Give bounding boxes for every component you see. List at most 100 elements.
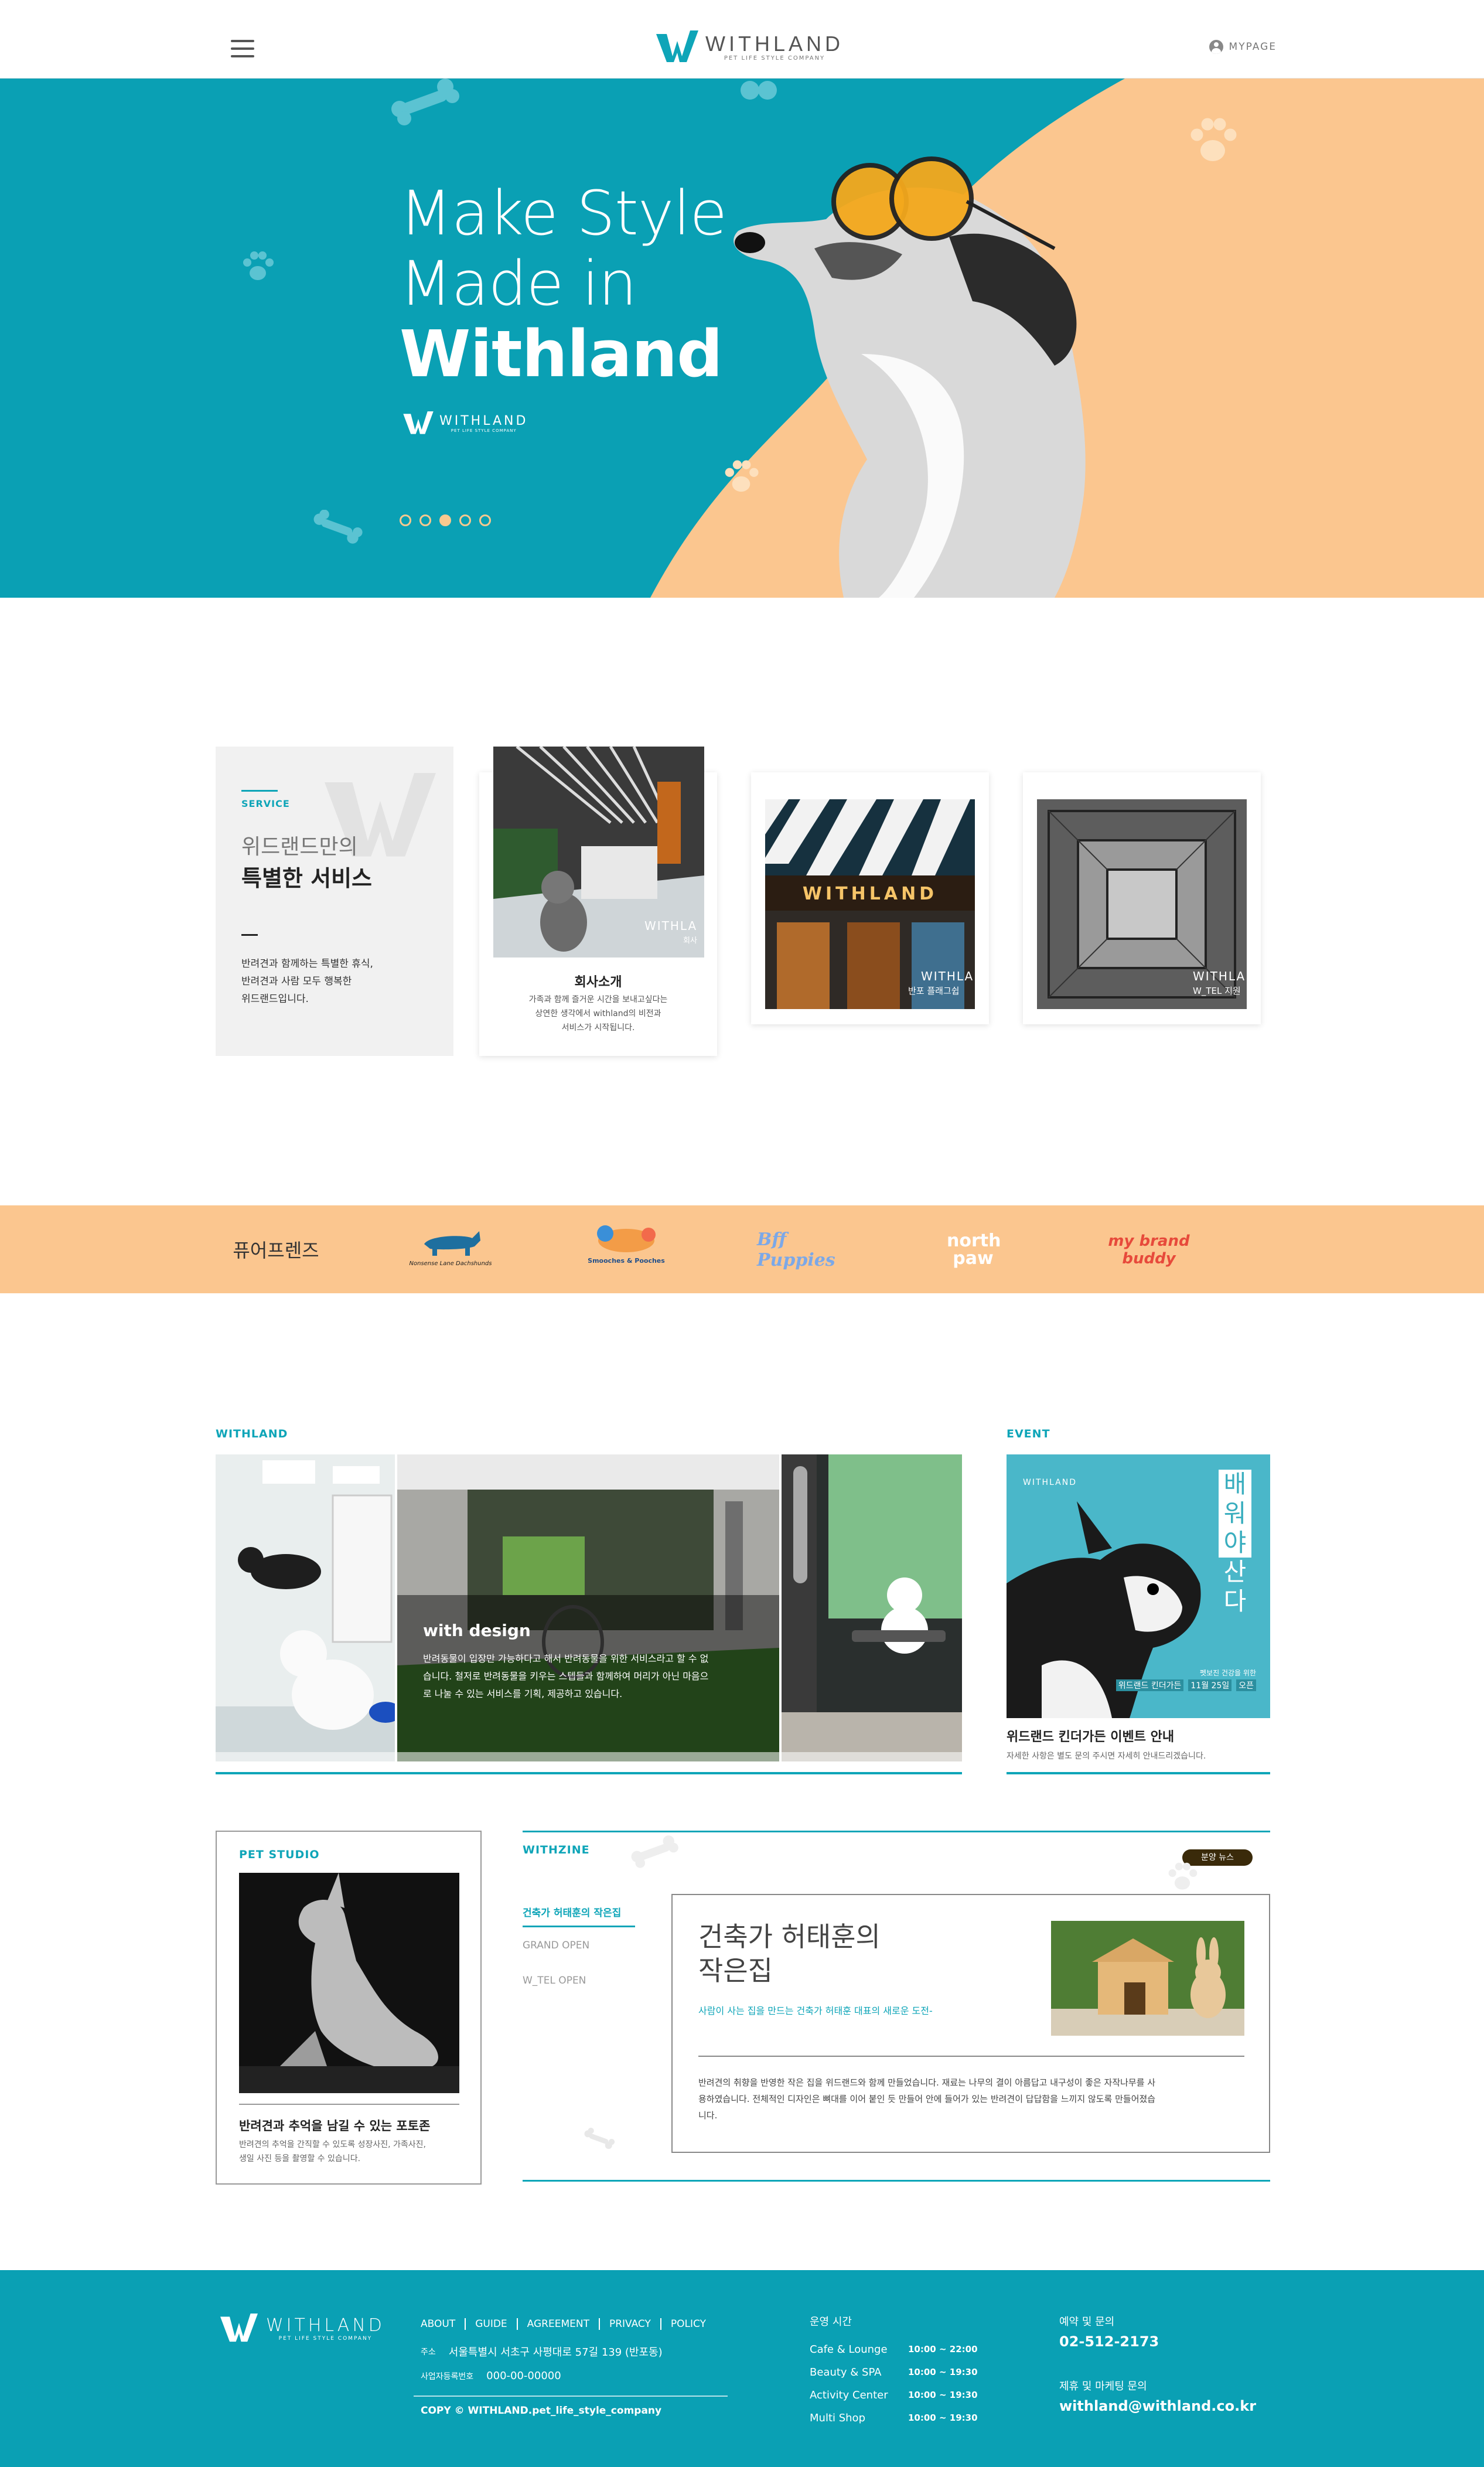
brand-logo-my-brand-buddy[interactable]: my brand buddy: [1105, 1226, 1193, 1273]
user-icon: [1209, 40, 1223, 54]
footer-address: 주소 서울특별시 서초구 사평대로 57길 139 (반포동): [421, 2346, 663, 2359]
footer-hours-title: 운영 시간: [810, 2316, 852, 2328]
footer-logo[interactable]: WITHLAND PET LIFE STYLE COMPANY: [220, 2313, 385, 2343]
withzine-tab-2[interactable]: W_TEL OPEN: [523, 1975, 586, 1986]
bone-icon: [584, 2128, 615, 2149]
slide-dot-2[interactable]: [419, 514, 431, 526]
header-logo[interactable]: WITHLAND PET LIFE STYLE COMPANY: [656, 30, 844, 63]
footer-tagline: PET LIFE STYLE COMPANY: [278, 2335, 373, 2342]
footer-link-policy[interactable]: POLICY: [660, 2318, 715, 2330]
brand-logo-bff-puppies[interactable]: Bff Puppies: [757, 1226, 845, 1273]
service-label: SERVICE: [241, 798, 290, 809]
withzine-tab-1[interactable]: GRAND OPEN: [523, 1940, 589, 1951]
poster-small-text: 펫보진 건강을 위한: [1200, 1669, 1256, 1677]
hero-line-3: Withland: [400, 316, 723, 391]
service-card-company[interactable]: WITHLA 회사 회사소개 가족과 함께 즐거운 시간을 보내고싶다는 상연한 …: [479, 747, 717, 1056]
header-tagline: PET LIFE STYLE COMPANY: [724, 54, 825, 62]
pet-studio-divider: [239, 2104, 459, 2105]
pet-studio-label: PET STUDIO: [239, 1848, 320, 1861]
service-card-wtel[interactable]: WITHLA W_TEL 지원: [1023, 772, 1261, 1024]
footer-brand: WITHLAND: [266, 2315, 385, 2336]
event-poster[interactable]: WITHLAND 배 워 야 산 다 펫보진 건강을 위한 위드랜드 킨더가든 …: [1007, 1454, 1270, 1718]
hero-headline: Make Style Made in Withland: [400, 178, 727, 391]
event-label: EVENT: [1007, 1427, 1050, 1440]
greyhound-photo: [239, 1873, 459, 2093]
service-title-light: 위드랜드만의: [241, 835, 358, 859]
hero-banner: Make Style Made in Withland WITHLAND PET…: [0, 79, 1484, 598]
dog-house-photo: [1051, 1921, 1244, 2036]
slide-dot-4[interactable]: [459, 514, 471, 526]
event-desc: 자세한 사항은 별도 문의 주시면 자세히 안내드리겠습니다.: [1007, 1752, 1206, 1761]
footer-reserve-title: 예약 및 문의: [1059, 2316, 1115, 2328]
poster-date-row: 위드랜드 킨더가든 11월 25일 오픈: [1115, 1679, 1256, 1691]
article-body: 반려견의 취향을 반영한 작은 집을 위드랜드와 함께 만들었습니다. 재료는 …: [698, 2077, 1156, 2121]
footer-marketing-title: 제휴 및 마케팅 문의: [1059, 2380, 1147, 2393]
footer-hours: Cafe & Lounge 10:00 ~ 22:00 Beauty & SPA 1…: [810, 2343, 978, 2424]
footer-divider: [414, 2396, 728, 2397]
withzine-article[interactable]: 건축가 허태훈의 작은집 사람이 사는 집을 만드는 건축가 허태훈 대표의 새로…: [671, 1894, 1270, 2153]
withland-logo-icon: [220, 2313, 258, 2342]
hero-line-2: Made in: [400, 248, 637, 319]
with-design-title: with design: [423, 1621, 531, 1640]
footer-marketing-email[interactable]: withland@withland.co.kr: [1059, 2398, 1256, 2414]
article-divider: [698, 2056, 1244, 2057]
cafe-interior-photo: [782, 1454, 962, 1761]
pet-studio-card[interactable]: PET STUDIO 반려견과 추억을 남길 수 있는 포토존 반려견의 추억을…: [216, 1831, 482, 2185]
hero-logo: WITHLAND PET LIFE STYLE COMPANY: [403, 411, 528, 435]
card-title: 회사소개: [574, 975, 622, 990]
withland-logo-icon: [403, 411, 434, 434]
withland-rule: [216, 1772, 962, 1774]
slide-dot-1[interactable]: [400, 514, 411, 526]
mypage-link[interactable]: MYPAGE: [1209, 40, 1277, 54]
header-brand: WITHLAND: [705, 31, 844, 56]
smooches-dog-icon: [597, 1225, 656, 1252]
withland-gallery[interactable]: with design 반려동물이 입장만 가능하다고 해서 반려동물을 위한 …: [216, 1454, 962, 1761]
service-desc: 반려견과 함께하는 특별한 휴식, 반려견과 사람 모두 행복한 위드랜드입니다.: [241, 958, 373, 1005]
article-title: 건축가 허태훈의 작은집: [698, 1921, 881, 1986]
footer-link-agreement[interactable]: AGREEMENT: [516, 2318, 599, 2330]
paw-icon: [1168, 1862, 1198, 1890]
footer-link-about[interactable]: ABOUT: [421, 2318, 465, 2330]
brand-logo-nonsense-lane[interactable]: Nonsense Lane Dachshunds: [407, 1223, 494, 1276]
hero-line-1: Make Style: [400, 178, 727, 249]
withzine-bottom-rule: [523, 2180, 1270, 2182]
withzine-tab-0[interactable]: 건축가 허태훈의 작은집: [523, 1904, 621, 1919]
card-overlay-text: WITHLA: [921, 969, 974, 983]
slide-dot-5[interactable]: [479, 514, 491, 526]
pet-studio-desc: 반려견의 추억을 간직할 수 있도록 성장사진, 가족사진, 생일 사진 등을 촬…: [239, 2140, 426, 2163]
bone-icon: [631, 1835, 678, 1868]
site-footer: WITHLAND PET LIFE STYLE COMPANY ABOUT GU…: [0, 2270, 1484, 2467]
slide-dot-3[interactable]: [439, 514, 451, 526]
event-title[interactable]: 위드랜드 킨더가든 이벤트 안내: [1007, 1726, 1174, 1745]
brand-logo-smooches[interactable]: Smooches & Pooches: [582, 1223, 670, 1276]
grooming-room-photo: [216, 1454, 395, 1761]
service-card-flagship[interactable]: WITHLAND WITHLA 반포 플래그쉽: [751, 772, 989, 1024]
with-design-desc: 반려동물이 입장만 가능하다고 해서 반려동물을 위한 서비스라고 할 수 없습…: [423, 1653, 709, 1699]
poster-vertical-title: 배 워 야 산 다: [1219, 1470, 1251, 1616]
dog-with-sunglasses-image: [734, 156, 1086, 598]
brand-logo-north-paw[interactable]: north paw: [929, 1226, 1017, 1273]
paw-icon: [1190, 118, 1237, 161]
bone-icon: [741, 81, 777, 100]
footer-link-privacy[interactable]: PRIVACY: [598, 2318, 660, 2330]
bone-icon: [391, 79, 459, 125]
brand-logo-strip: 퓨어프렌즈 Nonsense Lane Dachshunds Smooches …: [0, 1205, 1484, 1293]
card-overlay-text: WITHLA: [1193, 969, 1246, 983]
footer-reserve-phone[interactable]: 02-512-2173: [1059, 2333, 1159, 2350]
footer-copyright: COPY © WITHLAND.pet_life_style_company: [421, 2405, 662, 2417]
brand-logo-purefriends[interactable]: 퓨어프렌즈: [232, 1230, 320, 1269]
footer-bizno: 사업자등록번호 000-00-00000: [421, 2370, 561, 2382]
storefront-sign: WITHLAND: [802, 884, 938, 904]
hero-logo-tagline: PET LIFE STYLE COMPANY: [451, 428, 517, 433]
withzine-top-rule: [523, 1831, 1270, 1832]
withland-label: WITHLAND: [216, 1427, 288, 1440]
footer-link-guide[interactable]: GUIDE: [465, 2318, 516, 2330]
mypage-label: MYPAGE: [1229, 41, 1277, 53]
withzine-tab-active-underline: [523, 1926, 635, 1927]
event-rule: [1007, 1772, 1270, 1774]
service-title-bold: 특별한 서비스: [241, 866, 372, 891]
service-intro-panel: SERVICE 위드랜드만의 특별한 서비스 반려견과 함께하는 특별한 휴식,…: [216, 747, 453, 1056]
service-divider: [241, 934, 258, 936]
pet-studio-title: 반려견과 추억을 남길 수 있는 포토존: [239, 2119, 431, 2133]
menu-icon[interactable]: [231, 40, 254, 57]
